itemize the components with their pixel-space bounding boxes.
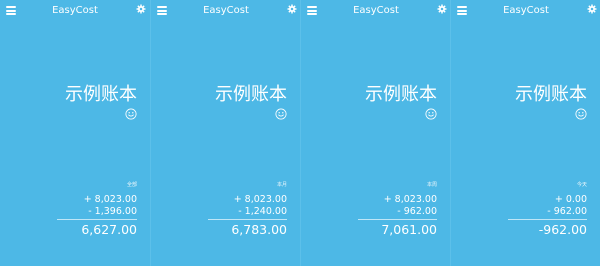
smiley-icon <box>425 108 437 120</box>
period-label: 本月 <box>276 182 287 188</box>
account-summary-screen: EasyCost 示例账本 <box>0 0 150 266</box>
divider <box>358 218 437 220</box>
expense-amount: - 1,396.00 <box>88 206 137 217</box>
balance-amount: 7,061.00 <box>381 222 437 237</box>
gear-icon[interactable] <box>136 4 146 14</box>
income-amount: + 8,023.00 <box>83 194 137 205</box>
account-summary-screen: EasyCost 示例账本 <box>150 0 300 266</box>
period-label: 本周 <box>426 182 437 188</box>
book-title[interactable]: 示例账本 <box>215 84 287 106</box>
expense-amount: - 1,240.00 <box>238 206 287 217</box>
gear-icon[interactable] <box>287 4 297 14</box>
smiley-icon <box>275 108 287 120</box>
book-title[interactable]: 示例账本 <box>515 84 587 106</box>
gear-icon[interactable] <box>587 4 597 14</box>
top-bar: EasyCost <box>301 0 451 22</box>
expense-amount: - 962.00 <box>547 206 587 217</box>
divider <box>508 218 587 220</box>
balance-amount: 6,783.00 <box>231 222 287 237</box>
period-label: 今天 <box>576 182 587 188</box>
expense-amount: - 962.00 <box>397 206 437 217</box>
divider <box>57 218 137 220</box>
divider <box>208 218 287 220</box>
book-title[interactable]: 示例账本 <box>365 84 437 106</box>
app-title: EasyCost <box>503 5 549 16</box>
app-title: EasyCost <box>353 5 399 16</box>
smiley-icon <box>125 108 137 120</box>
top-bar: EasyCost <box>451 0 600 22</box>
account-summary-screen: EasyCost 示例账本 <box>300 0 450 266</box>
income-amount: + 8,023.00 <box>383 194 437 205</box>
top-bar: EasyCost <box>0 0 150 22</box>
gear-icon[interactable] <box>437 4 447 14</box>
balance-amount: -962.00 <box>538 222 587 237</box>
income-amount: + 8,023.00 <box>233 194 287 205</box>
top-bar: EasyCost <box>151 0 301 22</box>
income-amount: + 0.00 <box>554 194 587 205</box>
book-title[interactable]: 示例账本 <box>65 84 137 106</box>
app-title: EasyCost <box>52 5 98 16</box>
screens-strip: EasyCost 示例账本 全部 + 8,023.00 - 1,396.00 6… <box>0 0 600 266</box>
smiley-icon <box>575 108 587 120</box>
period-label: 全部 <box>126 182 137 188</box>
app-title: EasyCost <box>203 5 249 16</box>
balance-amount: 6,627.00 <box>81 222 137 237</box>
account-summary-screen: EasyCost 示例账本 <box>450 0 600 266</box>
